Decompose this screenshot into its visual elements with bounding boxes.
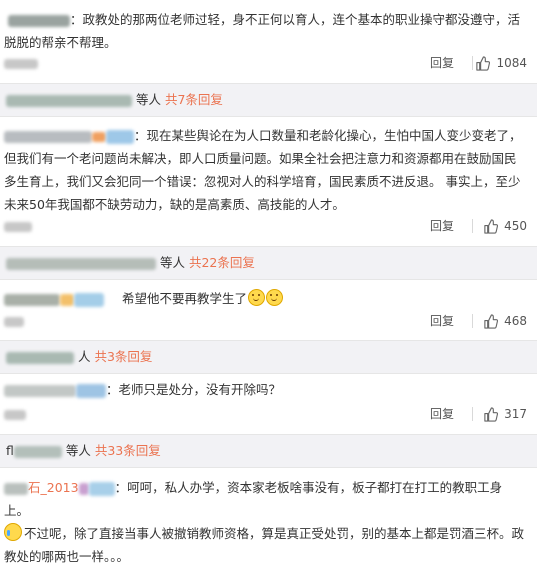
comment-body: 希望他不要再教学生了 [4, 287, 527, 310]
more-replies-link[interactable]: 共7条回复 [165, 92, 223, 107]
thumbs-up-icon [484, 218, 499, 234]
more-replies-link[interactable]: 共22条回复 [189, 255, 255, 270]
sub-reply-user [13, 445, 62, 458]
user-name-visible[interactable]: 石_2013 [28, 480, 79, 495]
like-button[interactable]: 317 [483, 404, 527, 424]
sub-replies-bar[interactable]: 等人 共7条回复 [0, 83, 537, 117]
like-count: 317 [504, 407, 527, 421]
divider [472, 407, 473, 421]
thumbs-up-icon [476, 55, 491, 71]
comment-meta: 回复 468 [0, 311, 537, 331]
user-name[interactable] [4, 130, 92, 143]
cry-emoji-icon [4, 523, 22, 541]
timestamp [4, 222, 32, 232]
reply-button[interactable]: 回复 [430, 404, 454, 424]
smile-emoji-icon [266, 289, 283, 306]
sub-replies-bar[interactable]: 等人 共22条回复 [0, 246, 537, 280]
like-button[interactable]: 450 [483, 216, 527, 236]
user-name[interactable] [4, 384, 76, 397]
user-name-tail [88, 481, 115, 496]
comment-meta: 回复 317 [0, 404, 537, 424]
sub-reply-suffix: 等人 [65, 443, 91, 458]
reply-button[interactable]: 回复 [430, 311, 454, 331]
comment-meta: 回复 1084 [0, 53, 537, 73]
thumbs-up-icon [484, 406, 499, 422]
sub-reply-prefix: fl [6, 443, 14, 458]
user-name-tail [106, 129, 134, 144]
sub-replies-bar[interactable]: fl 等人 共33条回复 [0, 434, 537, 468]
user-badge [78, 482, 89, 495]
comment-text-continued: 不过呢，除了直接当事人被撤销教师资格，算是真正受处罚，别的基本上都是罚酒三杯。政… [4, 526, 525, 564]
timestamp [4, 317, 24, 327]
sub-replies-bar[interactable]: 人 共3条回复 [0, 340, 537, 374]
user-name[interactable] [4, 482, 28, 495]
comment-text: ：政教处的那两位老师过轻，身不正何以育人，连个基本的职业操守都没遵守，活脱脱的帮… [4, 12, 520, 50]
like-count: 1084 [496, 56, 527, 70]
sub-reply-user [6, 257, 156, 270]
sub-reply-suffix: 人 [77, 349, 91, 364]
like-count: 468 [504, 314, 527, 328]
comment-meta: 回复 450 [0, 216, 537, 236]
like-count: 450 [504, 219, 527, 233]
user-name-tail [76, 383, 106, 398]
comment-text: 希望他不要再教学生了 [121, 291, 247, 306]
like-button[interactable]: 1084 [475, 53, 527, 73]
user-name[interactable] [7, 14, 70, 27]
comment-text: ：老师只是处分，没有开除吗？ [106, 382, 282, 397]
comment-body: ：政教处的那两位老师过轻，身不正何以育人，连个基本的职业操守都没遵守，活脱脱的帮… [4, 8, 527, 54]
timestamp [4, 410, 26, 420]
reply-button[interactable]: 回复 [430, 216, 454, 236]
sub-reply-suffix: 等人 [159, 255, 185, 270]
thumbs-up-icon [484, 313, 499, 329]
more-replies-link[interactable]: 共33条回复 [95, 443, 161, 458]
sub-reply-user [6, 351, 74, 364]
user-badge [60, 293, 74, 306]
sub-reply-suffix: 等人 [135, 92, 161, 107]
comment-body: 石_2013 ：呵呵，私人办学，资本家老板啥事没有，板子都打在打工的教职工身上。 … [4, 476, 527, 568]
user-name[interactable] [4, 293, 60, 306]
divider [472, 56, 473, 70]
like-button[interactable]: 468 [483, 311, 527, 331]
divider [472, 219, 473, 233]
divider [472, 314, 473, 328]
more-replies-link[interactable]: 共3条回复 [94, 349, 152, 364]
smile-emoji-icon [248, 289, 265, 306]
reply-button[interactable]: 回复 [430, 53, 454, 73]
comment-body: ：现在某些舆论在为人口数量和老龄化操心，生怕中国人变少变老了，但我们有一个老问题… [4, 124, 527, 216]
timestamp [4, 59, 38, 69]
comment-body: ：老师只是处分，没有开除吗？ [4, 378, 527, 401]
user-badge [92, 131, 106, 142]
user-name-tail [74, 292, 104, 307]
sub-reply-user [6, 94, 132, 107]
